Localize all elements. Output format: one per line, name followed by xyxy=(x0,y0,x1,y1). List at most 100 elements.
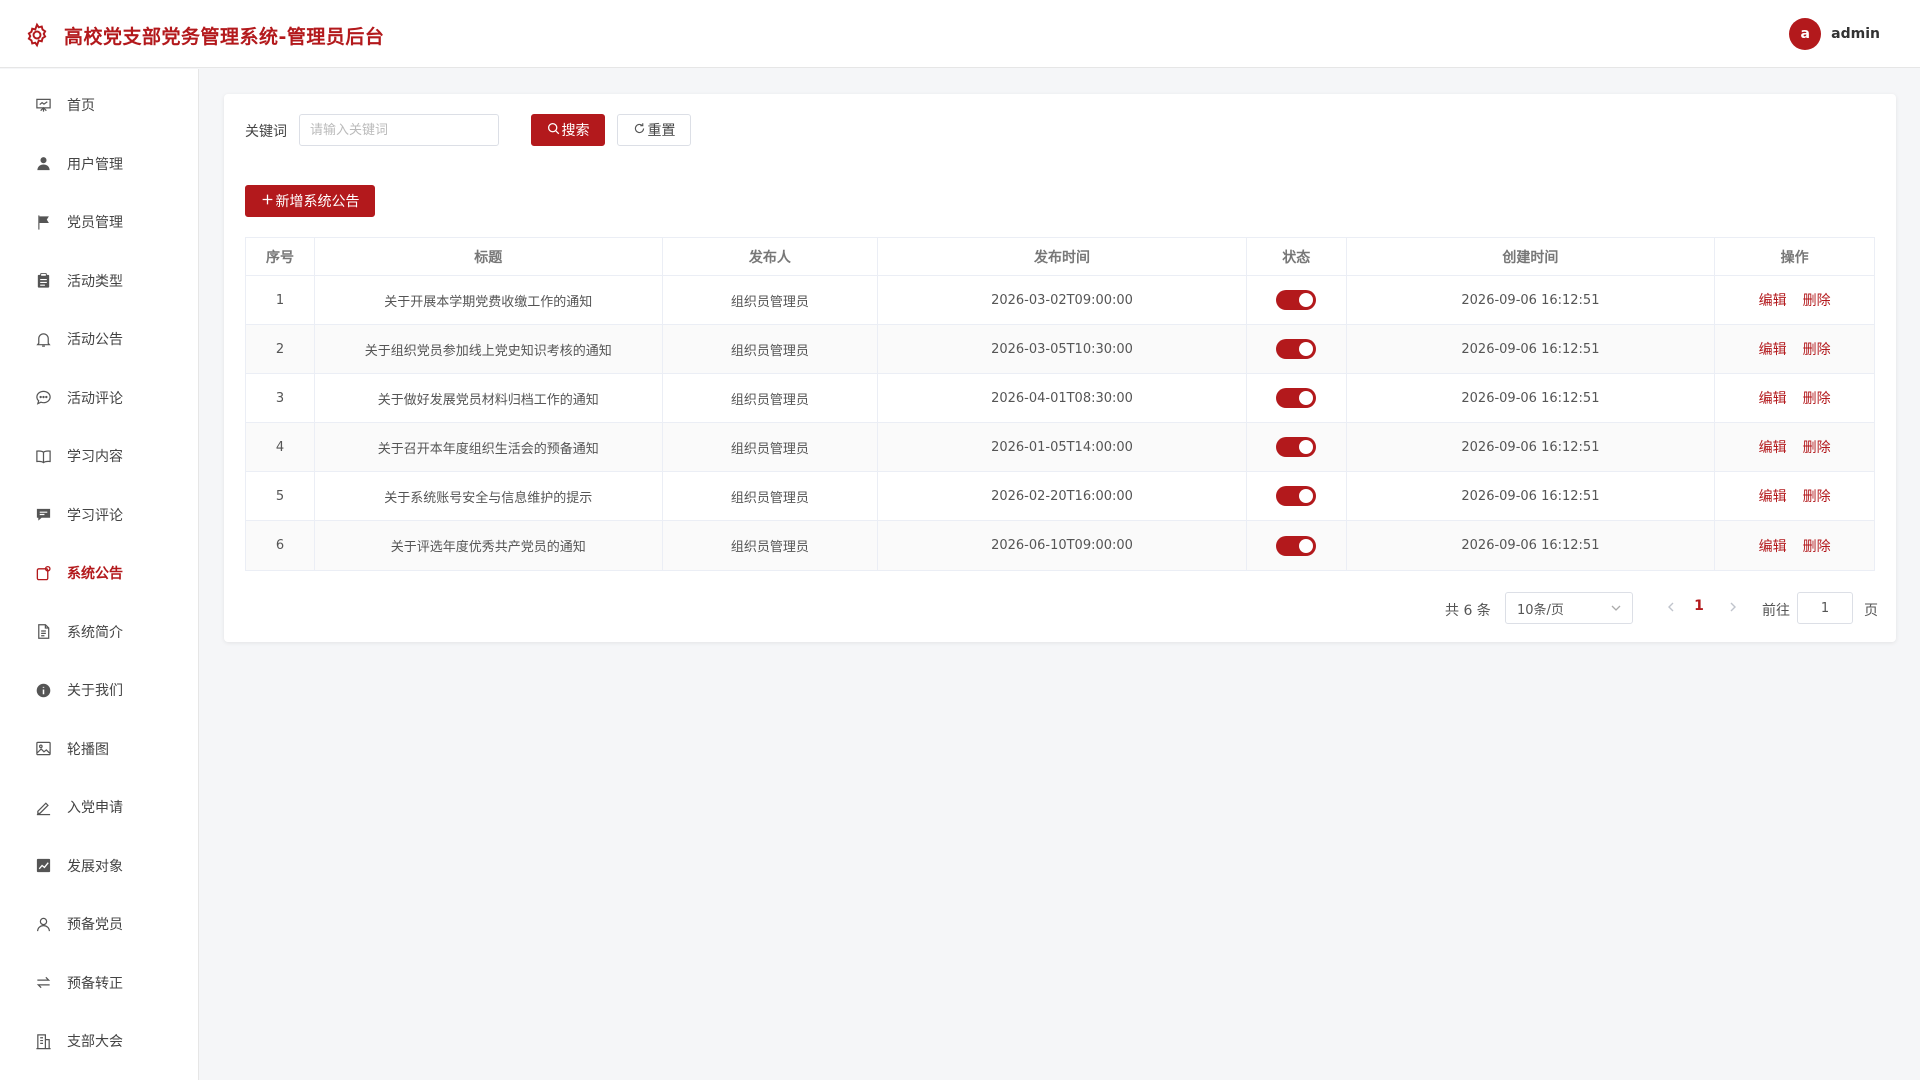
delete-link[interactable]: 删除 xyxy=(1803,536,1831,556)
edit-link[interactable]: 编辑 xyxy=(1759,388,1787,408)
sidebar: 首页用户管理党员管理活动类型活动公告活动评论学习内容学习评论系统公告 系统简介关于… xyxy=(0,69,199,1080)
chat-icon xyxy=(34,389,52,407)
column-header: 序号 xyxy=(246,238,315,275)
notice-title: 关于评选年度优秀共产党员的通知 xyxy=(315,521,663,570)
edit-link[interactable]: 编辑 xyxy=(1759,339,1787,359)
delete-link[interactable]: 删除 xyxy=(1803,486,1831,506)
table-row: 4 关于召开本年度组织生活会的预备通知 组织员管理员 2026-01-05T14:00… xyxy=(246,423,1874,472)
sidebar-item-label: 支部大会 xyxy=(67,1034,123,1050)
sidebar-item[interactable]: 首页 xyxy=(0,76,198,134)
column-header: 状态 xyxy=(1247,238,1347,275)
row-number: 3 xyxy=(246,374,315,422)
switch-icon xyxy=(34,974,52,992)
book-icon xyxy=(34,447,52,465)
search-button[interactable]: 搜索 xyxy=(531,114,605,146)
add-notice-label: 新增系统公告 xyxy=(275,194,360,210)
sidebar-item[interactable]: 学习评论 xyxy=(0,486,198,544)
created-time: 2026-09-06 16:12:51 xyxy=(1347,423,1716,471)
keyword-input[interactable] xyxy=(299,114,499,146)
status-toggle[interactable] xyxy=(1276,535,1317,556)
goto-page-input[interactable] xyxy=(1797,592,1853,624)
plus-icon xyxy=(261,193,276,210)
sidebar-item-label: 关于我们 xyxy=(67,683,123,699)
sidebar-item-label: 学习评论 xyxy=(67,507,123,524)
sidebar-item[interactable]: 学习内容 xyxy=(0,427,198,485)
page-size-select[interactable]: 10条/页 xyxy=(1505,592,1633,624)
status-toggle[interactable] xyxy=(1276,486,1317,506)
user-menu[interactable]: a admin xyxy=(1789,18,1880,50)
edit-link[interactable]: 编辑 xyxy=(1759,290,1787,310)
table-header-row: 序号 标题 发布人 发布时间 状态 创建时间 操作 xyxy=(246,238,1874,276)
delete-link[interactable]: 删除 xyxy=(1803,290,1831,310)
publish-time: 2026-01-05T14:00:00 xyxy=(878,423,1247,471)
sidebar-item-label: 首页 xyxy=(67,98,95,114)
notice-title: 关于做好发展党员材料归档工作的通知 xyxy=(315,374,663,422)
row-number: 1 xyxy=(246,276,315,324)
sidebar-item[interactable]: 支部大会 xyxy=(0,1012,198,1070)
sidebar-item[interactable]: 关于我们 xyxy=(0,661,198,719)
sidebar-item[interactable]: 活动公告 xyxy=(0,310,198,368)
row-number: 5 xyxy=(246,472,315,520)
avatar[interactable]: a xyxy=(1789,18,1822,50)
column-header: 创建时间 xyxy=(1347,238,1716,275)
created-time: 2026-09-06 16:12:51 xyxy=(1347,325,1716,373)
flag-icon xyxy=(34,213,52,231)
edit-link[interactable]: 编辑 xyxy=(1759,486,1787,506)
column-header: 发布时间 xyxy=(878,238,1247,275)
prev-page-icon[interactable] xyxy=(1664,600,1678,614)
document-icon xyxy=(34,623,52,641)
sidebar-item[interactable]: 预备转正 xyxy=(0,954,198,1012)
sidebar-item-label: 活动类型 xyxy=(67,273,123,290)
sidebar-item[interactable]: 活动类型 xyxy=(0,252,198,310)
column-header: 操作 xyxy=(1780,249,1809,266)
delete-link[interactable]: 删除 xyxy=(1803,437,1831,457)
status-toggle[interactable] xyxy=(1276,339,1317,359)
status-toggle[interactable] xyxy=(1276,437,1317,457)
publish-time: 2026-06-10T09:00:00 xyxy=(878,521,1247,570)
sidebar-item-label: 入党申请 xyxy=(67,800,123,816)
next-page-icon[interactable] xyxy=(1726,600,1740,614)
table-row: 2 关于组织党员参加线上党史知识考核的通知 组织员管理员 2026-03-05T10:… xyxy=(246,325,1874,374)
sidebar-item-label: 预备党员 xyxy=(67,917,123,933)
reset-button[interactable]: 重置 xyxy=(617,114,691,146)
sidebar-item[interactable]: 轮播图 xyxy=(0,720,198,778)
username[interactable]: admin xyxy=(1831,26,1880,42)
chevron-down-icon xyxy=(1610,602,1622,614)
sidebar-item[interactable]: 预备党员 xyxy=(0,895,198,953)
pagination-total: 共 6 条 xyxy=(1445,603,1491,619)
add-notice-button[interactable]: 新增系统公告 xyxy=(245,185,375,217)
edit-icon xyxy=(34,798,52,816)
delete-link[interactable]: 删除 xyxy=(1803,339,1831,359)
sidebar-item-label: 预备转正 xyxy=(67,975,123,992)
status-cell xyxy=(1247,374,1347,422)
status-toggle[interactable] xyxy=(1276,388,1317,408)
current-page[interactable]: 1 xyxy=(1691,598,1707,614)
edit-link[interactable]: 编辑 xyxy=(1759,536,1787,556)
sidebar-item[interactable]: 系统公告 xyxy=(0,544,198,602)
created-time: 2026-09-06 16:12:51 xyxy=(1347,472,1716,520)
sidebar-item-label: 用户管理 xyxy=(67,156,123,173)
bell-icon xyxy=(34,330,52,348)
building-icon xyxy=(34,1032,52,1050)
actions-cell: 编辑 删除 xyxy=(1715,325,1874,373)
publisher: 组织员管理员 xyxy=(663,276,879,324)
sidebar-item[interactable]: 用户管理 xyxy=(0,135,198,193)
refresh-icon xyxy=(633,122,648,139)
sidebar-item[interactable]: 入党申请 xyxy=(0,778,198,836)
status-toggle[interactable] xyxy=(1276,290,1317,310)
publish-time: 2026-03-05T10:30:00 xyxy=(878,325,1247,373)
page-size-value: 10条/页 xyxy=(1517,602,1564,618)
created-time: 2026-09-06 16:12:51 xyxy=(1347,276,1716,324)
edit-link[interactable]: 编辑 xyxy=(1759,437,1787,457)
sidebar-item[interactable]: 党员管理 xyxy=(0,193,198,251)
sidebar-item-label: 活动评论 xyxy=(67,390,123,407)
delete-link[interactable]: 删除 xyxy=(1803,388,1831,408)
sidebar-item[interactable]: 系统简介 xyxy=(0,603,198,661)
user-icon xyxy=(34,155,52,173)
sidebar-item[interactable]: 活动评论 xyxy=(0,369,198,427)
table-row: 1 关于开展本学期党费收缴工作的通知 组织员管理员 2026-03-02T09:00:… xyxy=(246,276,1874,325)
publisher: 组织员管理员 xyxy=(663,521,879,570)
sidebar-item[interactable]: 发展对象 xyxy=(0,837,198,895)
notice-table: 序号 标题 发布人 发布时间 状态 创建时间 操作 1 关于开展本学期党费收缴工作的通知 组织员管… xyxy=(245,237,1875,571)
notice-title: 关于系统账号安全与信息维护的提示 xyxy=(315,472,663,520)
